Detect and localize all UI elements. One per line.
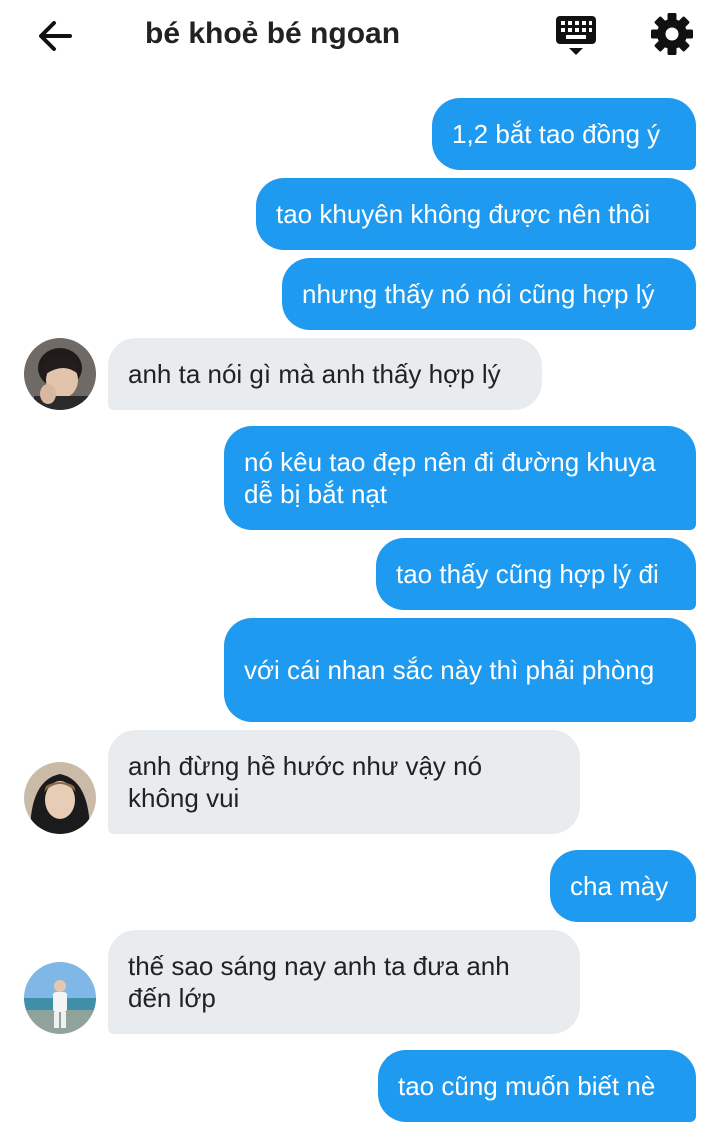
chat-header: bé khoẻ bé ngoan <box>0 0 720 72</box>
outgoing-message[interactable]: cha mày <box>550 850 696 922</box>
back-button[interactable] <box>34 14 78 58</box>
avatar[interactable] <box>24 762 96 834</box>
outgoing-message[interactable]: với cái nhan sắc này thì phải phòng <box>224 618 696 722</box>
chat-title: bé khoẻ bé ngoan <box>145 17 401 50</box>
outgoing-message[interactable]: 1,2 bắt tao đồng ý <box>432 98 696 170</box>
incoming-message[interactable]: thế sao sáng nay anh ta đưa anh đến lớp <box>108 930 580 1034</box>
gear-icon <box>651 13 693 55</box>
incoming-message[interactable]: anh đừng hề hước như vậy nó không vui <box>108 730 580 834</box>
arrow-left-icon <box>39 21 72 51</box>
outgoing-message[interactable]: nó kêu tao đẹp nên đi đường khuya dễ bị … <box>224 426 696 530</box>
outgoing-message[interactable]: tao thấy cũng hợp lý đi <box>376 538 696 610</box>
avatar[interactable] <box>24 338 96 410</box>
keyboard-icon <box>556 16 596 55</box>
avatar[interactable] <box>24 962 96 1034</box>
outgoing-message[interactable]: tao cũng muốn biết nè <box>378 1050 696 1122</box>
keyboard-button[interactable] <box>552 10 600 58</box>
settings-button[interactable] <box>648 10 696 58</box>
outgoing-message[interactable]: tao khuyên không được nên thôi <box>256 178 696 250</box>
incoming-message[interactable]: anh ta nói gì mà anh thấy hợp lý <box>108 338 542 410</box>
outgoing-message[interactable]: nhưng thấy nó nói cũng hợp lý <box>282 258 696 330</box>
